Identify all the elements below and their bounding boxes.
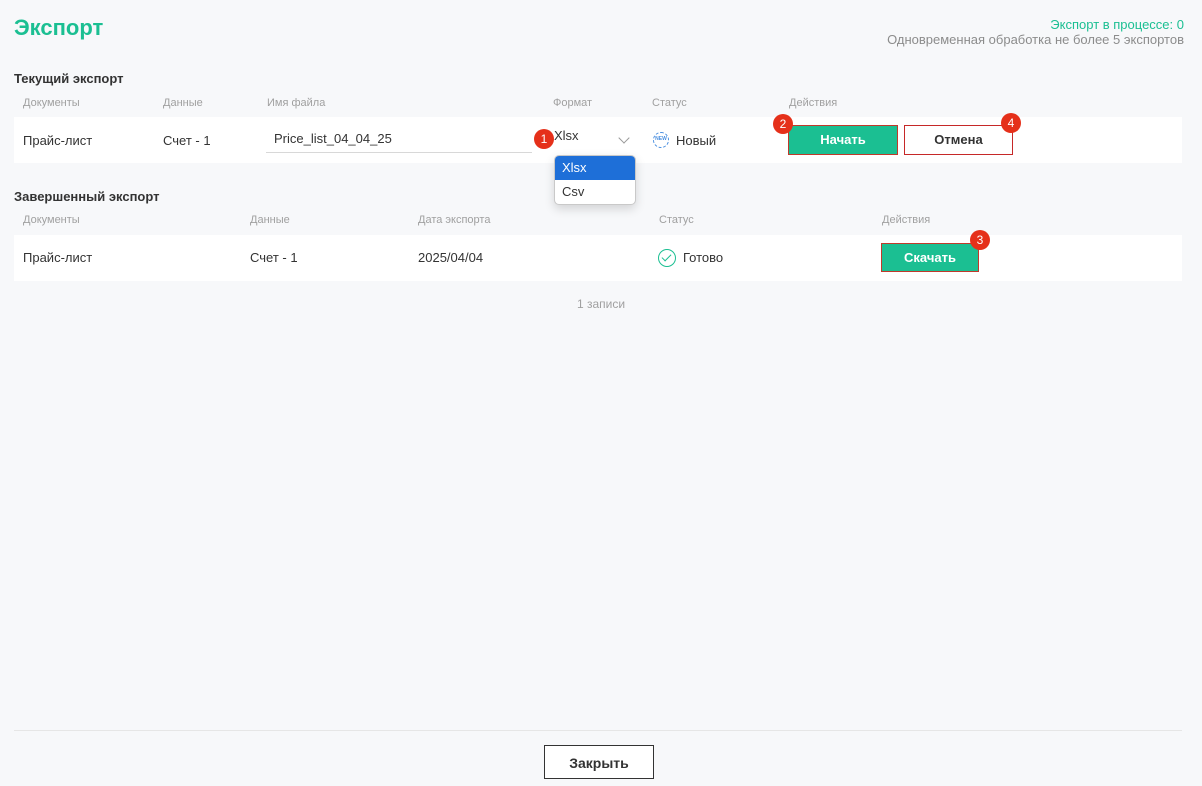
start-button[interactable]: Начать <box>788 125 898 155</box>
step-badge-4: 4 <box>1001 113 1021 133</box>
current-col-actions: Действия <box>789 97 838 109</box>
records-count: 1 записи <box>576 297 626 311</box>
completed-col-actions: Действия <box>882 214 931 226</box>
row-status: Готово <box>683 250 724 265</box>
chevron-down-icon <box>618 132 630 144</box>
completed-col-data: Данные <box>250 214 290 226</box>
row-data: Счет - 1 <box>250 250 298 265</box>
completed-export-row: Прайс-лист Счет - 1 2025/04/04 Готово <box>14 235 1182 281</box>
completed-col-documents: Документы <box>23 214 80 226</box>
export-in-progress: Экспорт в процессе: 0 <box>1050 17 1184 32</box>
step-badge-1: 1 <box>534 129 554 149</box>
current-col-format: Формат <box>553 97 593 109</box>
format-dropdown: Xlsx Csv <box>554 155 636 205</box>
page-title: Экспорт <box>14 15 104 40</box>
footer-divider <box>14 730 1182 731</box>
close-button[interactable]: Закрыть <box>544 745 654 779</box>
completed-export-title: Завершенный экспорт <box>14 189 160 204</box>
row-document: Прайс-лист <box>23 133 93 148</box>
export-info: Экспорт в процессе: 0 Одновременная обра… <box>887 17 1184 47</box>
download-button[interactable]: Скачать <box>881 243 979 272</box>
step-badge-3: 3 <box>970 230 990 250</box>
row-document: Прайс-лист <box>23 250 93 265</box>
new-status-icon: NEW <box>653 132 669 148</box>
format-select-value: Xlsx <box>554 128 579 143</box>
completed-col-status: Статус <box>659 214 694 226</box>
check-circle-icon <box>658 249 676 267</box>
current-export-title: Текущий экспорт <box>14 71 124 86</box>
format-option-csv[interactable]: Csv <box>555 180 635 204</box>
format-select[interactable]: Xlsx <box>554 128 634 150</box>
cancel-button[interactable]: Отмена <box>904 125 1013 155</box>
current-col-status: Статус <box>652 97 687 109</box>
row-status: Новый <box>676 133 717 148</box>
format-option-xlsx[interactable]: Xlsx <box>555 156 635 180</box>
step-badge-2: 2 <box>773 114 793 134</box>
current-col-filename: Имя файла <box>267 97 326 109</box>
export-limit-note: Одновременная обработка не более 5 экспо… <box>887 32 1184 47</box>
completed-col-date: Дата экспорта <box>418 214 491 226</box>
filename-input[interactable] <box>266 125 532 153</box>
row-data: Счет - 1 <box>163 133 211 148</box>
row-date: 2025/04/04 <box>418 250 484 265</box>
current-col-documents: Документы <box>23 97 80 109</box>
current-col-data: Данные <box>163 97 203 109</box>
